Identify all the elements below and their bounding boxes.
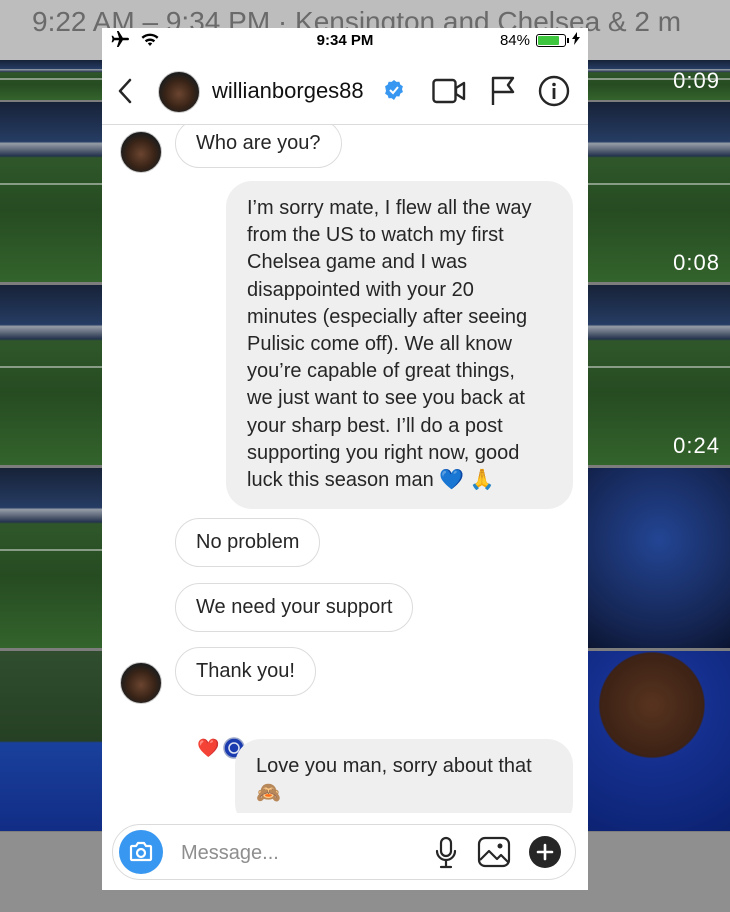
message-line: Chelsea game and I was	[247, 251, 468, 274]
bg-photo-tile	[588, 651, 730, 831]
outgoing-message-text: I’m sorry mate, I flew all the way from …	[247, 195, 532, 494]
message-bubble-incoming[interactable]: Who are you?	[175, 125, 342, 168]
conversation-header: willianborges88	[102, 58, 588, 125]
message-bubble-incoming[interactable]: We need your support	[175, 583, 414, 632]
message-line: minutes (especially after seeing	[247, 305, 528, 328]
flag-icon[interactable]	[490, 76, 516, 111]
bg-video-tile: 0:24	[588, 285, 730, 465]
battery-percent: 84%	[499, 32, 530, 49]
message-line: we just want to see you back at	[247, 387, 525, 410]
bg-photo-tile	[0, 285, 102, 465]
message-line: I’m sorry mate, I flew all the way	[247, 197, 532, 219]
status-bar: 9:34 PM 84%	[102, 28, 588, 54]
message-line: supporting you right now, good	[247, 441, 520, 464]
video-duration: 0:24	[673, 433, 720, 458]
message-input[interactable]	[179, 839, 423, 867]
add-content-button[interactable]	[529, 836, 561, 868]
microphone-icon[interactable]	[431, 836, 461, 875]
plus-icon	[536, 843, 554, 861]
sender-avatar	[120, 662, 162, 704]
info-icon[interactable]	[538, 75, 570, 112]
sender-avatar	[120, 131, 162, 173]
camera-button[interactable]	[119, 830, 163, 874]
message-line: you’re capable of great things,	[247, 360, 515, 383]
profile-avatar[interactable]	[158, 71, 200, 113]
bg-photo-tile	[588, 468, 730, 648]
dm-screenshot: 9:34 PM 84% willianborges88 Who are you?…	[102, 28, 588, 890]
message-bubble-incoming[interactable]: No problem	[175, 518, 321, 567]
bg-video-tile: 0:08	[588, 102, 730, 282]
message-line: your sharp best. I’ll do a post	[247, 414, 503, 437]
message-bubble-outgoing[interactable]: Love you man, sorry about that 🙈	[235, 739, 573, 813]
message-line: luck this season man 💙 🙏	[247, 469, 495, 492]
verified-badge-icon	[384, 80, 404, 100]
video-call-icon[interactable]	[432, 78, 466, 109]
bg-photo-tile	[0, 60, 102, 100]
gallery-icon[interactable]	[477, 836, 511, 873]
video-duration: 0:08	[673, 250, 720, 275]
message-thread[interactable]: Who are you? I’m sorry mate, I flew all …	[102, 125, 588, 813]
profile-username[interactable]: willianborges88	[212, 78, 364, 104]
charging-bolt-icon	[572, 32, 580, 49]
bg-photo-tile	[0, 651, 102, 831]
message-bubble-incoming[interactable]: Thank you!	[175, 647, 316, 696]
message-line: from the US to watch my first	[247, 224, 504, 247]
bg-video-tile: 0:09	[588, 60, 730, 100]
message-line: Love you man, sorry about that	[256, 755, 532, 777]
video-duration: 0:09	[673, 68, 720, 93]
bg-photo-tile	[0, 102, 102, 282]
back-chevron-icon[interactable]	[116, 76, 134, 106]
message-line: disappointed with your 20	[247, 278, 474, 301]
message-bubble-outgoing[interactable]: I’m sorry mate, I flew all the way from …	[226, 181, 573, 509]
camera-icon	[129, 841, 153, 862]
outgoing-message-text: Love you man, sorry about that 🙈	[256, 753, 532, 807]
battery-icon	[536, 34, 569, 47]
message-line: 🙈	[256, 782, 281, 805]
heart-reaction-icon[interactable]: ❤️	[197, 738, 219, 758]
message-composer	[112, 824, 576, 880]
bg-photo-tile	[0, 468, 102, 648]
message-line: Pulisic come off). We all know	[247, 333, 512, 356]
